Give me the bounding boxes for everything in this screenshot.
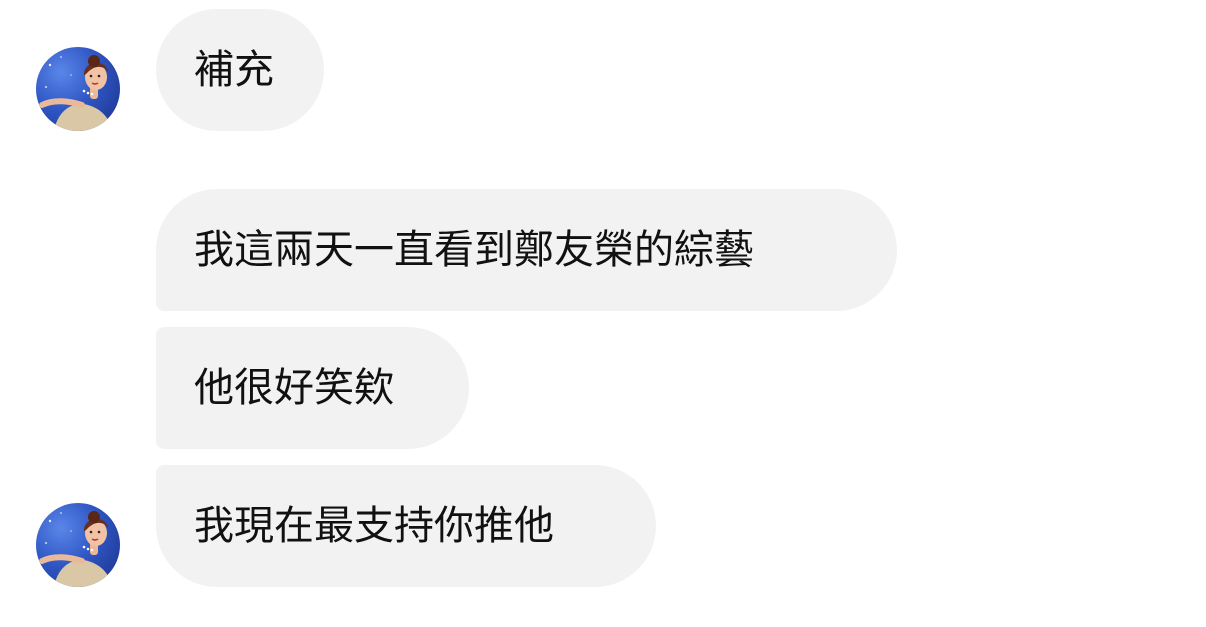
message-text: 補充 — [194, 47, 274, 93]
message-text: 我這兩天一直看到鄭友榮的綜藝 — [194, 227, 754, 273]
message-text: 我現在最支持你推他 — [194, 503, 554, 549]
avatar-image — [39, 55, 112, 131]
message-bubble[interactable]: 我現在最支持你推他 — [156, 465, 656, 587]
message-bubble[interactable]: 補充 — [156, 9, 324, 131]
message-text: 他很好笑欸 — [194, 365, 394, 411]
message-bubble[interactable]: 他很好笑欸 — [156, 327, 469, 449]
sender-avatar[interactable] — [36, 47, 120, 131]
message-bubble[interactable]: 我這兩天一直看到鄭友榮的綜藝 — [156, 189, 897, 311]
sender-avatar[interactable] — [36, 503, 120, 587]
avatar-image — [39, 511, 112, 587]
